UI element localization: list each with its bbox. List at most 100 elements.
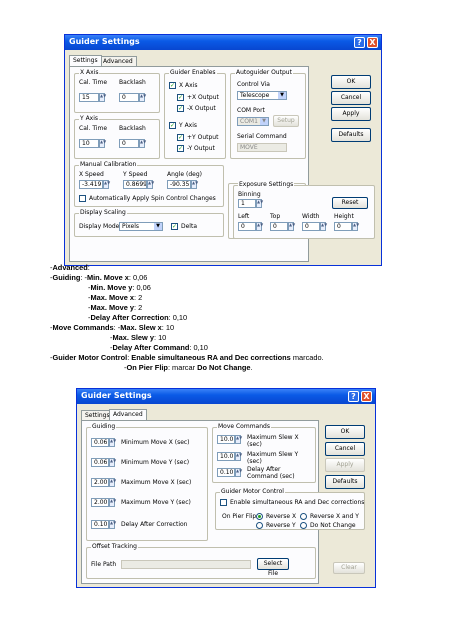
group-title: Guiding: [91, 423, 117, 430]
left-label: Left: [238, 213, 250, 220]
y-axis-group: Y Axis Cal. Time Backlash 10 ▲▼ 0 ▲▼: [74, 115, 160, 159]
reverse-xy-radio[interactable]: [300, 513, 307, 520]
y-axis-checkbox[interactable]: ✓: [169, 122, 176, 129]
delta-checkbox[interactable]: ✓: [171, 223, 178, 230]
binning-input[interactable]: 1: [238, 199, 256, 208]
max-slew-x-label: Maximum Slew X (sec): [247, 434, 299, 448]
window-titlebar[interactable]: Guider Settings: [77, 389, 375, 404]
control-via-select[interactable]: Telescope ▼: [237, 91, 287, 100]
cancel-button[interactable]: Cancel: [331, 91, 371, 105]
ok-button[interactable]: OK: [331, 75, 371, 89]
display-mode-select[interactable]: Pixels ▼: [119, 222, 163, 231]
control-via-label: Control Via: [237, 81, 270, 88]
spin-arrows-icon[interactable]: ▲▼: [288, 222, 295, 231]
spin-arrows-icon[interactable]: ▲▼: [256, 199, 263, 208]
width-input[interactable]: 0: [302, 222, 320, 231]
delay-after-command-input[interactable]: 0.10: [217, 468, 235, 477]
delay-after-correction-input[interactable]: 0.10: [91, 520, 109, 529]
group-title: Display Scaling: [79, 209, 127, 216]
chevron-down-icon[interactable]: ▼: [278, 92, 286, 99]
spin-arrows-icon[interactable]: ▲▼: [147, 180, 154, 189]
ok-button[interactable]: OK: [325, 425, 365, 439]
serial-command-input[interactable]: MOVE: [237, 143, 287, 152]
x-speed-input[interactable]: -3.419: [79, 180, 103, 189]
spin-arrows-icon[interactable]: ▲▼: [109, 498, 116, 507]
close-icon[interactable]: X: [361, 391, 372, 402]
angle-input[interactable]: -90.35: [167, 180, 191, 189]
spin-arrows-icon[interactable]: ▲▼: [191, 180, 198, 189]
guider-enables-group: Guider Enables ✓ X Axis ✓ +X Output ✓ -X…: [164, 69, 226, 159]
spin-arrows-icon[interactable]: ▲▼: [109, 458, 116, 467]
top-input[interactable]: 0: [270, 222, 288, 231]
x-cal-time-input[interactable]: 15: [79, 93, 99, 102]
height-input[interactable]: 0: [334, 222, 352, 231]
com-port-select[interactable]: COM1 ▼: [237, 117, 269, 126]
min-move-x-label: Minimum Move X (sec): [121, 439, 190, 446]
spin-arrows-icon[interactable]: ▲▼: [320, 222, 327, 231]
min-move-y-input[interactable]: 0.06: [91, 458, 109, 467]
y-minus-checkbox[interactable]: ✓: [177, 145, 184, 152]
y-backlash-input[interactable]: 0: [119, 139, 139, 148]
spin-arrows-icon[interactable]: ▲▼: [109, 520, 116, 529]
close-icon[interactable]: X: [367, 37, 378, 48]
defaults-button[interactable]: Defaults: [325, 475, 365, 489]
x-minus-checkbox[interactable]: ✓: [177, 105, 184, 112]
chevron-down-icon[interactable]: ▼: [154, 223, 162, 230]
x-plus-checkbox[interactable]: ✓: [177, 94, 184, 101]
spin-arrows-icon[interactable]: ▲▼: [256, 222, 263, 231]
spin-arrows-icon[interactable]: ▲▼: [235, 452, 242, 461]
spin-arrows-icon[interactable]: ▲▼: [352, 222, 359, 231]
guider-motor-control-group: Guider Motor Control Enable simultaneous…: [215, 488, 365, 530]
tab-advanced[interactable]: Advanced: [109, 409, 147, 420]
y-minus-label: -Y Output: [187, 145, 215, 152]
max-move-x-input[interactable]: 2.00: [91, 478, 109, 487]
display-mode-value: Pixels: [122, 223, 140, 230]
reverse-y-radio[interactable]: [256, 522, 263, 529]
caption-line: -On Pier Flip: marcar Do Not Change.: [124, 363, 253, 372]
do-not-change-radio[interactable]: [300, 522, 307, 529]
spin-arrows-icon[interactable]: ▲▼: [99, 93, 106, 102]
spin-arrows-icon[interactable]: ▲▼: [235, 468, 242, 477]
spin-arrows-icon[interactable]: ▲▼: [139, 139, 146, 148]
x-axis-checkbox[interactable]: ✓: [169, 82, 176, 89]
setup-button[interactable]: Setup: [273, 115, 299, 127]
help-icon[interactable]: ?: [354, 37, 365, 48]
spin-arrows-icon[interactable]: ▲▼: [99, 139, 106, 148]
enable-simultaneous-checkbox[interactable]: [220, 499, 227, 506]
window-titlebar[interactable]: Guider Settings: [65, 35, 381, 50]
spin-arrows-icon[interactable]: ▲▼: [109, 478, 116, 487]
clear-button[interactable]: Clear: [333, 562, 365, 574]
delay-after-correction-label: Delay After Correction: [121, 521, 188, 528]
spin-arrows-icon[interactable]: ▲▼: [235, 435, 242, 444]
max-slew-x-input[interactable]: 10.0: [217, 435, 235, 444]
apply-button[interactable]: Apply: [325, 458, 365, 472]
left-input[interactable]: 0: [238, 222, 256, 231]
group-title: Guider Motor Control: [220, 488, 285, 495]
help-icon[interactable]: ?: [348, 391, 359, 402]
tab-settings[interactable]: Settings: [69, 55, 102, 66]
file-path-input[interactable]: [121, 560, 251, 569]
spin-arrows-icon[interactable]: ▲▼: [139, 93, 146, 102]
max-slew-y-input[interactable]: 10.0: [217, 452, 235, 461]
max-move-y-input[interactable]: 2.00: [91, 498, 109, 507]
x-backlash-input[interactable]: 0: [119, 93, 139, 102]
y-cal-time-input[interactable]: 10: [79, 139, 99, 148]
y-axis-label: Y Axis: [179, 122, 198, 129]
reset-button[interactable]: Reset: [332, 197, 368, 209]
defaults-button[interactable]: Defaults: [331, 128, 371, 142]
spin-arrows-icon[interactable]: ▲▼: [109, 438, 116, 447]
select-file-button[interactable]: Select File: [257, 558, 289, 577]
spin-arrows-icon[interactable]: ▲▼: [103, 180, 110, 189]
caption-line: -Max. Slew y: 10: [110, 333, 167, 342]
y-plus-checkbox[interactable]: ✓: [177, 134, 184, 141]
max-move-x-label: Maximum Move X (sec): [121, 479, 192, 486]
tab-advanced[interactable]: Advanced: [99, 56, 137, 66]
cancel-button[interactable]: Cancel: [325, 442, 365, 456]
apply-button[interactable]: Apply: [331, 107, 371, 121]
min-move-x-input[interactable]: 0.06: [91, 438, 109, 447]
auto-apply-checkbox[interactable]: [79, 195, 86, 202]
chevron-down-icon[interactable]: ▼: [260, 118, 268, 125]
y-speed-input[interactable]: 0.8699: [123, 180, 147, 189]
reverse-x-radio[interactable]: [256, 513, 263, 520]
manual-calibration-group: Manual Calibration X Speed Y Speed Angle…: [74, 161, 224, 207]
